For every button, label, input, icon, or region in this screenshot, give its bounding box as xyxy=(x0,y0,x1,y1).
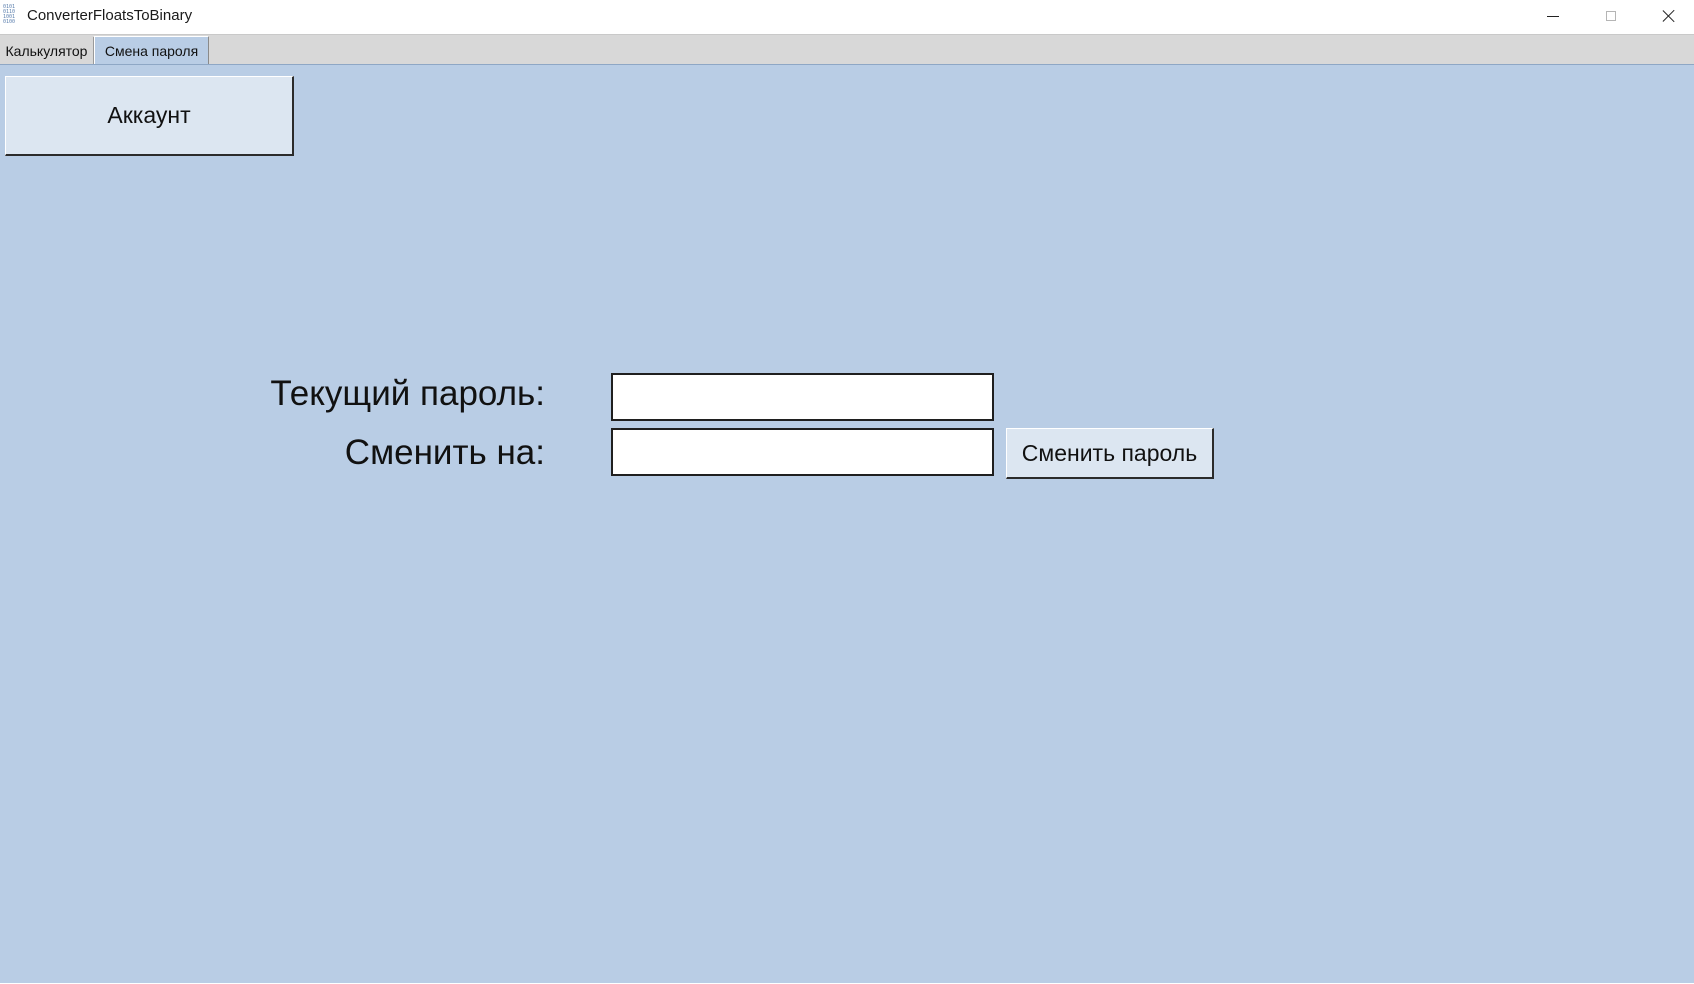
account-button[interactable]: Аккаунт xyxy=(5,76,294,156)
tab-strip: Калькулятор Смена пароля xyxy=(0,34,1694,65)
app-window: 0101 0110 1001 0100 ConverterFloatsToBin… xyxy=(0,0,1694,984)
minimize-icon xyxy=(1547,15,1559,17)
change-password-panel: Аккаунт Текущий пароль: Сменить на: Смен… xyxy=(0,64,1694,984)
tab-change-password[interactable]: Смена пароля xyxy=(94,36,209,65)
tab-calculator[interactable]: Калькулятор xyxy=(0,37,94,64)
icon-row: 0100 xyxy=(3,19,16,25)
change-password-button[interactable]: Сменить пароль xyxy=(1006,428,1214,479)
close-icon xyxy=(1662,9,1676,23)
new-password-input[interactable] xyxy=(611,428,994,476)
new-password-label: Сменить на: xyxy=(344,433,545,472)
current-password-label: Текущий пароль: xyxy=(270,374,545,413)
maximize-button[interactable] xyxy=(1582,0,1640,32)
title-bar[interactable]: 0101 0110 1001 0100 ConverterFloatsToBin… xyxy=(0,0,1694,34)
minimize-button[interactable] xyxy=(1524,0,1582,32)
binary-digits-icon: 0101 0110 1001 0100 xyxy=(3,5,21,25)
maximize-icon xyxy=(1606,11,1616,21)
close-button[interactable] xyxy=(1640,0,1694,32)
window-title: ConverterFloatsToBinary xyxy=(27,7,193,24)
current-password-input[interactable] xyxy=(611,373,994,421)
